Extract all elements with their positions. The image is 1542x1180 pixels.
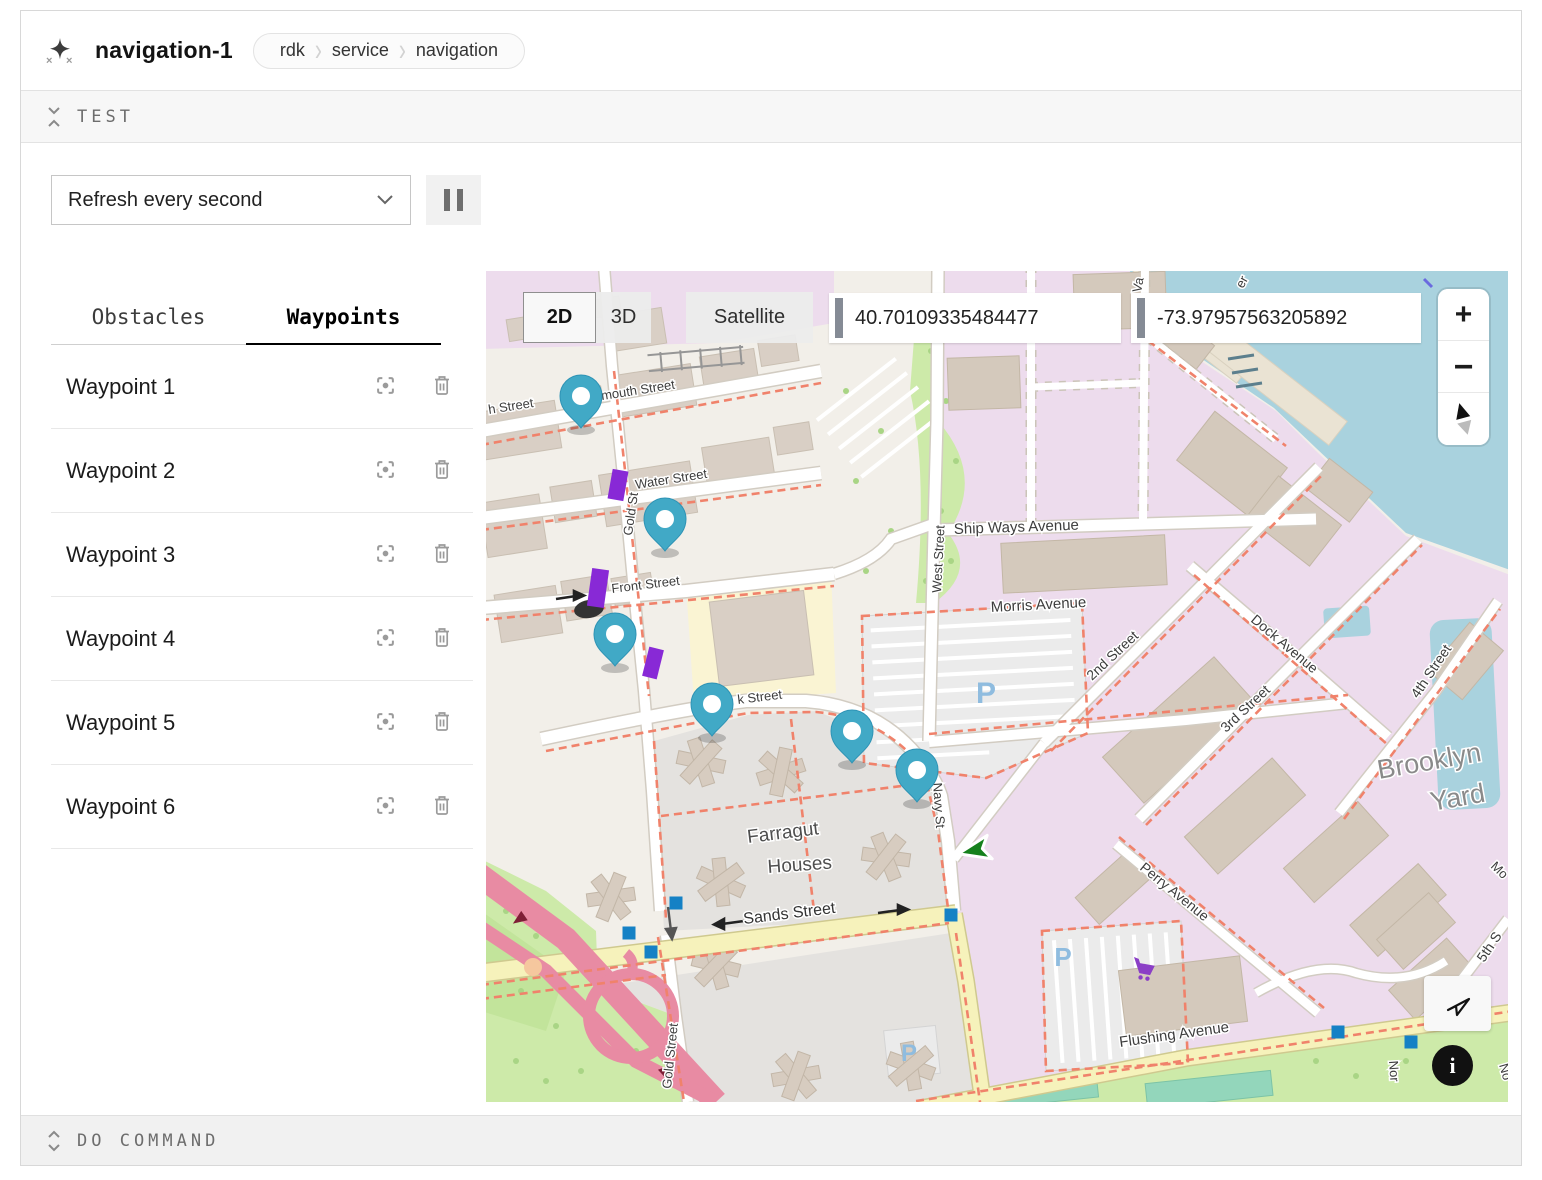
focus-waypoint-button[interactable]: [372, 792, 399, 822]
focus-waypoint-button[interactable]: [372, 624, 399, 654]
parking-icon: P: [901, 1040, 917, 1067]
pause-icon: [444, 189, 450, 211]
map-canvas[interactable]: h StreetPlymouth StreetWater StreetFront…: [486, 271, 1508, 1102]
waypoint-name: Waypoint 5: [66, 710, 372, 736]
focus-icon: [376, 376, 395, 395]
waypoint-row: Waypoint 2: [51, 429, 473, 513]
map-container: h StreetPlymouth StreetWater StreetFront…: [486, 271, 1508, 1102]
svg-text:×: ×: [46, 55, 52, 66]
locate-robot-button[interactable]: [1424, 976, 1491, 1031]
test-section-header[interactable]: TEST: [21, 91, 1521, 143]
pause-refresh-button[interactable]: [426, 175, 481, 225]
expand-icon: [47, 1130, 61, 1152]
breadcrumb-item-navigation[interactable]: navigation: [410, 40, 504, 61]
tab-waypoints[interactable]: Waypoints: [246, 293, 441, 345]
waypoints-panel: Obstacles Waypoints Waypoint 1 Waypoint …: [51, 293, 473, 849]
waypoint-row: Waypoint 6: [51, 765, 473, 849]
trash-icon: [433, 459, 451, 480]
street-label: Houses: [767, 853, 833, 878]
navigation-arrow-icon: [1443, 989, 1473, 1019]
delete-waypoint-button[interactable]: [429, 623, 455, 655]
waypoint-row: Waypoint 3: [51, 513, 473, 597]
focus-waypoint-button[interactable]: [372, 540, 399, 570]
navigation-card: × × navigation-1 rdk › service › navigat…: [20, 10, 1522, 1166]
test-section-label: TEST: [77, 107, 134, 127]
chevron-right-icon: ›: [399, 33, 406, 69]
parking-icon: P: [1054, 942, 1071, 972]
chevron-right-icon: ›: [315, 33, 322, 69]
waypoint-row: Waypoint 4: [51, 597, 473, 681]
latitude-drag-handle[interactable]: [835, 298, 843, 338]
page-title: navigation-1: [95, 37, 233, 64]
focus-icon: [376, 796, 395, 815]
map-mode-2d-button[interactable]: 2D: [523, 292, 596, 343]
waypoint-name: Waypoint 3: [66, 542, 372, 568]
signal-square-icon: [623, 927, 636, 940]
focus-icon: [376, 544, 395, 563]
panel-tabs: Obstacles Waypoints: [51, 293, 473, 345]
longitude-input[interactable]: [1131, 293, 1421, 343]
street-label: Nor: [1386, 1060, 1402, 1083]
refresh-rate-value: Refresh every second: [68, 189, 376, 212]
test-section-body: Refresh every second Obstacles Waypoints…: [21, 143, 1521, 1115]
breadcrumb: rdk › service › navigation: [253, 33, 525, 69]
signal-square-icon: [1332, 1026, 1345, 1039]
longitude-drag-handle[interactable]: [1137, 298, 1145, 338]
delete-waypoint-button[interactable]: [429, 455, 455, 487]
trash-icon: [433, 627, 451, 648]
zoom-in-button[interactable]: +: [1438, 289, 1489, 341]
navigation-service-icon: × ×: [45, 36, 75, 66]
focus-waypoint-button[interactable]: [372, 456, 399, 486]
tab-obstacles[interactable]: Obstacles: [51, 293, 246, 345]
waypoint-name: Waypoint 1: [66, 374, 372, 400]
trash-icon: [433, 711, 451, 732]
breadcrumb-item-service[interactable]: service: [326, 40, 395, 61]
collapse-icon: [47, 106, 61, 128]
breadcrumb-item-rdk[interactable]: rdk: [274, 40, 311, 61]
zoom-out-button[interactable]: −: [1438, 341, 1489, 393]
delete-waypoint-button[interactable]: [429, 707, 455, 739]
waypoint-name: Waypoint 6: [66, 794, 372, 820]
refresh-rate-select[interactable]: Refresh every second: [51, 175, 411, 225]
waypoint-name: Waypoint 2: [66, 458, 372, 484]
signal-square-icon: [670, 897, 683, 910]
map-zoom-control: + −: [1438, 289, 1489, 445]
focus-waypoint-button[interactable]: [372, 372, 399, 402]
delete-waypoint-button[interactable]: [429, 791, 455, 823]
do-command-section-label: DO COMMAND: [77, 1131, 219, 1151]
trash-icon: [433, 543, 451, 564]
do-command-section-header[interactable]: DO COMMAND: [21, 1115, 1521, 1165]
compass-button[interactable]: [1438, 393, 1489, 445]
trash-icon: [433, 375, 451, 396]
focus-waypoint-button[interactable]: [372, 708, 399, 738]
parking-icon: P: [976, 677, 996, 710]
signal-square-icon: [1405, 1036, 1418, 1049]
compass-needle-icon: [1439, 393, 1488, 443]
focus-icon: [376, 712, 395, 731]
chevron-down-icon: [376, 194, 394, 206]
focus-icon: [376, 628, 395, 647]
card-header: × × navigation-1 rdk › service › navigat…: [21, 11, 1521, 91]
signal-square-icon: [645, 946, 658, 959]
map-mode-satellite-button[interactable]: Satellite: [686, 292, 813, 343]
waypoint-row: Waypoint 1: [51, 345, 473, 429]
focus-icon: [376, 460, 395, 479]
street-label: Navy St: [930, 782, 948, 829]
trash-icon: [433, 795, 451, 816]
svg-text:×: ×: [66, 55, 72, 66]
signal-square-icon: [945, 909, 958, 922]
waypoint-row: Waypoint 5: [51, 681, 473, 765]
map-mode-3d-button[interactable]: 3D: [596, 292, 651, 343]
waypoint-list: Waypoint 1 Waypoint 2 Waypoint 3 Waypoin…: [51, 345, 473, 849]
waypoint-name: Waypoint 4: [66, 626, 372, 652]
delete-waypoint-button[interactable]: [429, 371, 455, 403]
map-info-button[interactable]: i: [1432, 1045, 1473, 1086]
delete-waypoint-button[interactable]: [429, 539, 455, 571]
latitude-input[interactable]: [829, 293, 1121, 343]
